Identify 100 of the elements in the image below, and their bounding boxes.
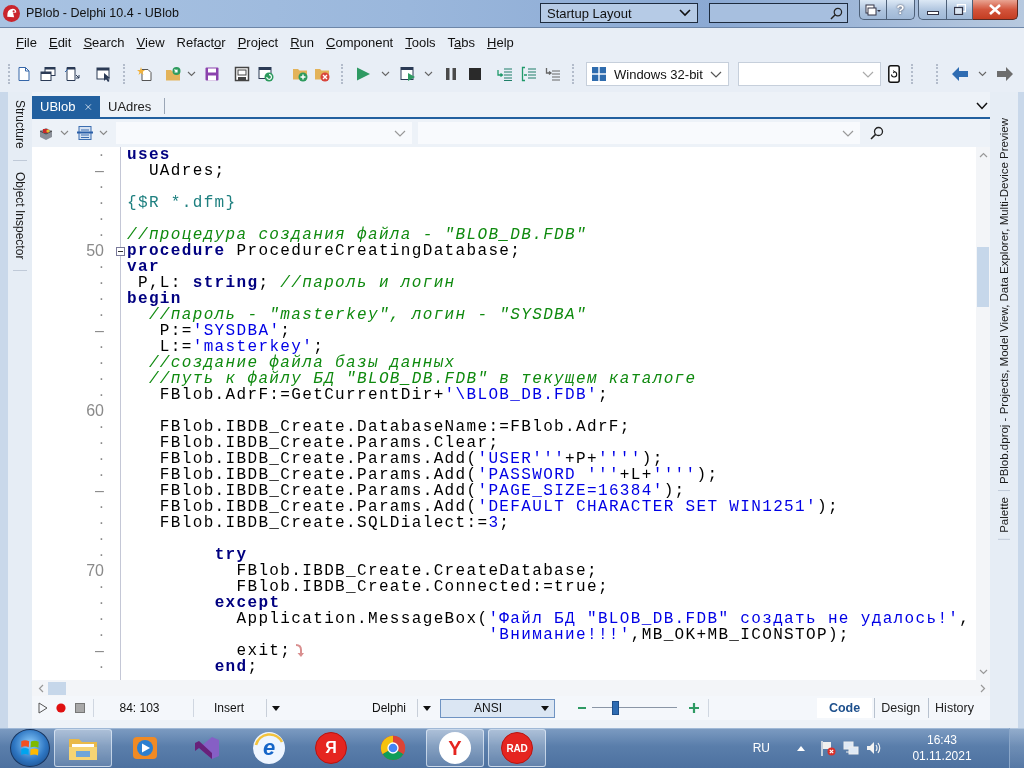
menu-item[interactable]: Help (481, 34, 520, 50)
play-outline-icon[interactable] (38, 702, 48, 714)
folder-plus-icon[interactable] (292, 66, 308, 82)
caret-icon[interactable] (60, 130, 69, 136)
taskbar-button[interactable] (54, 729, 112, 767)
menu-item[interactable]: Project (231, 34, 285, 50)
bracket-list-icon[interactable] (521, 66, 537, 82)
sparkle-page-icon[interactable] (137, 66, 153, 82)
dropdown-field[interactable] (116, 122, 412, 144)
search-field[interactable] (709, 3, 848, 23)
caret-right-icon[interactable] (980, 683, 986, 693)
layout-dropdown[interactable]: Startup Layout (540, 3, 698, 23)
menu-item[interactable]: Tools (399, 34, 442, 50)
vertical-scrollbar[interactable] (976, 147, 990, 680)
letter-logo: RAD (501, 732, 533, 764)
show-desktop-button[interactable] (1009, 728, 1024, 768)
encoding-dropdown[interactable]: ANSI (440, 698, 555, 718)
code-line: FBlob.IBDB_Create.Connected:=true; (236, 579, 609, 595)
clock[interactable]: 16:43 01.11.2021 (909, 732, 975, 764)
chevron-icon[interactable] (976, 102, 988, 110)
platform-dropdown[interactable]: Windows 32-bit (586, 62, 729, 86)
horizontal-scrollbar[interactable] (32, 680, 990, 696)
caret-left-icon[interactable] (38, 683, 44, 693)
menu-item[interactable]: Component (320, 34, 400, 50)
taskbar-button[interactable]: Y (426, 729, 484, 767)
collapse-icon[interactable] (116, 246, 125, 256)
toolbox-icon[interactable] (38, 125, 54, 141)
menu-item[interactable]: Search (77, 34, 131, 50)
outdent-list-icon[interactable] (545, 66, 561, 82)
taskbar-button[interactable]: RAD (488, 729, 546, 767)
menu-item[interactable]: Edit (42, 34, 78, 50)
slider-thumb[interactable] (612, 701, 620, 715)
folder-arrow-icon[interactable] (165, 66, 181, 82)
menu-item[interactable]: Refactor (170, 34, 232, 50)
stop-icon[interactable] (467, 66, 483, 82)
indent-list-icon[interactable] (497, 66, 513, 82)
arrow-right-icon[interactable] (997, 67, 1013, 81)
gutter-mark: · (98, 275, 104, 291)
view-tab[interactable]: Code (816, 698, 873, 718)
windows-icon[interactable] (40, 66, 56, 82)
caret-icon[interactable] (381, 71, 390, 77)
caret-icon[interactable] (99, 130, 108, 136)
flag-icon[interactable] (820, 740, 836, 756)
minimize-button[interactable] (918, 0, 947, 20)
phone-refresh-icon[interactable] (888, 65, 900, 83)
search-icon[interactable] (870, 126, 884, 140)
speaker-icon[interactable] (866, 740, 882, 756)
customize-button[interactable] (859, 0, 887, 20)
taskbar-button[interactable]: Я (302, 729, 360, 767)
side-tab[interactable]: Structure (13, 100, 27, 161)
window-cursor-icon[interactable] (96, 66, 112, 82)
dropdown-field[interactable] (738, 62, 881, 86)
pause-icon[interactable] (443, 66, 459, 82)
start-button[interactable] (10, 729, 50, 767)
language-dropdown[interactable]: Delphi (353, 699, 435, 717)
caret-down-icon[interactable] (978, 669, 988, 675)
side-tab[interactable]: Palette (998, 497, 1010, 540)
folder-x-icon[interactable] (314, 66, 330, 82)
close-icon[interactable] (85, 101, 92, 112)
caret-icon[interactable] (187, 71, 196, 77)
menu-item[interactable]: View (130, 34, 171, 50)
view-tab[interactable]: History (928, 698, 980, 718)
gutter-mark: · (98, 307, 104, 323)
page-icon[interactable] (16, 66, 32, 82)
play-icon[interactable] (355, 66, 371, 82)
caret-up-icon[interactable] (797, 745, 805, 751)
code-line: begin (127, 291, 182, 307)
code-line: FBlob.IBDB_Create.CreateDatabase; (236, 563, 598, 579)
side-tab[interactable]: PBlob.dproj - Projects, Model View, Data Explorer, Multi-Device Preview (998, 118, 1010, 492)
record-icon[interactable] (56, 703, 66, 713)
window-refresh-icon[interactable] (258, 66, 274, 82)
page-arrows-icon[interactable] (64, 66, 80, 82)
floppy-page-icon[interactable] (234, 66, 250, 82)
floppy-icon[interactable] (204, 66, 220, 82)
scrollbar-thumb[interactable] (977, 247, 989, 307)
side-tab[interactable]: Object Inspector (13, 171, 27, 272)
lines-icon[interactable] (77, 125, 93, 141)
taskbar-button[interactable]: e (240, 729, 298, 767)
menu-item[interactable]: Tabs (441, 34, 482, 50)
plus-icon[interactable] (688, 702, 700, 714)
window-play-icon[interactable] (400, 66, 416, 82)
dropdown-field[interactable] (418, 122, 860, 144)
editor-tab[interactable]: UAdres (100, 96, 160, 117)
arrow-left-icon[interactable] (952, 67, 968, 81)
caret-icon[interactable] (424, 71, 433, 77)
close-button[interactable] (973, 0, 1018, 20)
editor-tab[interactable]: UBlob (32, 96, 100, 117)
caret-up-icon[interactable] (978, 152, 988, 158)
scrollbar-thumb[interactable] (48, 681, 66, 695)
mode-dropdown[interactable]: Insert (194, 699, 284, 717)
code-line: FBlob.IBDB_Create.Params.Clear; (159, 435, 500, 451)
gutter-mark: · (98, 227, 104, 243)
menu-item[interactable]: Run (284, 34, 320, 50)
monitor-icon[interactable] (843, 740, 859, 756)
menu-item[interactable]: File (10, 34, 43, 50)
caret-icon[interactable] (978, 71, 987, 77)
language-indicator[interactable]: RU (752, 741, 770, 755)
view-tab[interactable]: Design (874, 698, 927, 718)
gutter-mark: · (98, 499, 104, 515)
restore-button[interactable] (947, 0, 973, 20)
